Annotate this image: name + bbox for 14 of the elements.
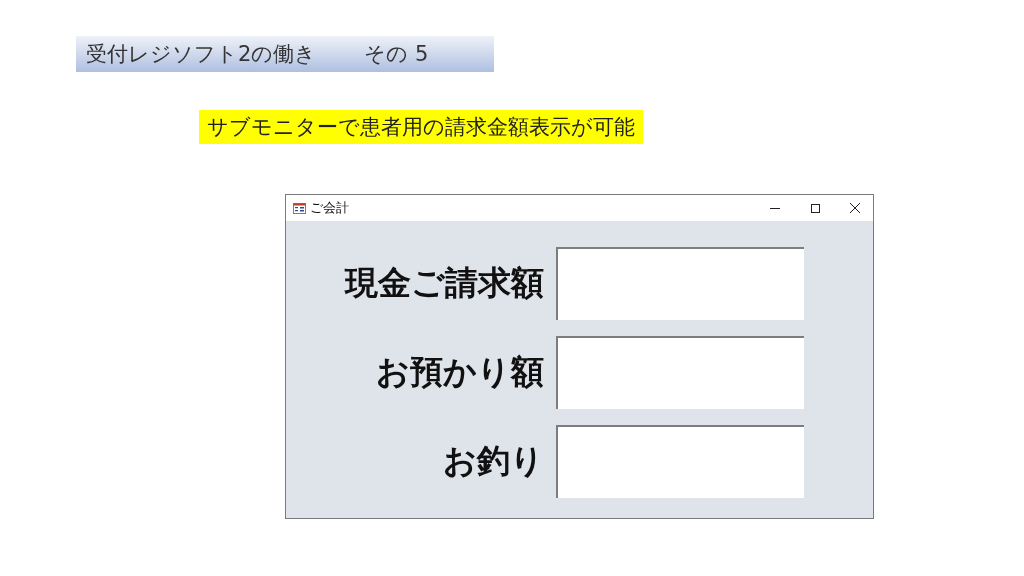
highlighted-note: サブモニターで患者用の請求金額表示が可能	[199, 110, 643, 144]
input-field[interactable]	[556, 247, 804, 320]
input-field[interactable]	[556, 336, 804, 409]
window-title: ご会計	[310, 199, 350, 217]
form-icon	[293, 202, 306, 214]
field-label: お釣り	[442, 440, 545, 482]
field-label: 現金ご請求額	[343, 262, 545, 304]
maximize-icon	[810, 203, 820, 213]
field-label: お預かり額	[375, 351, 545, 393]
slide-title-part: その 5	[364, 41, 429, 68]
close-icon	[850, 203, 860, 213]
minimize-icon	[770, 207, 780, 209]
input-field[interactable]	[556, 425, 804, 498]
slide-title: 受付レジソフト2の働き	[86, 41, 317, 68]
